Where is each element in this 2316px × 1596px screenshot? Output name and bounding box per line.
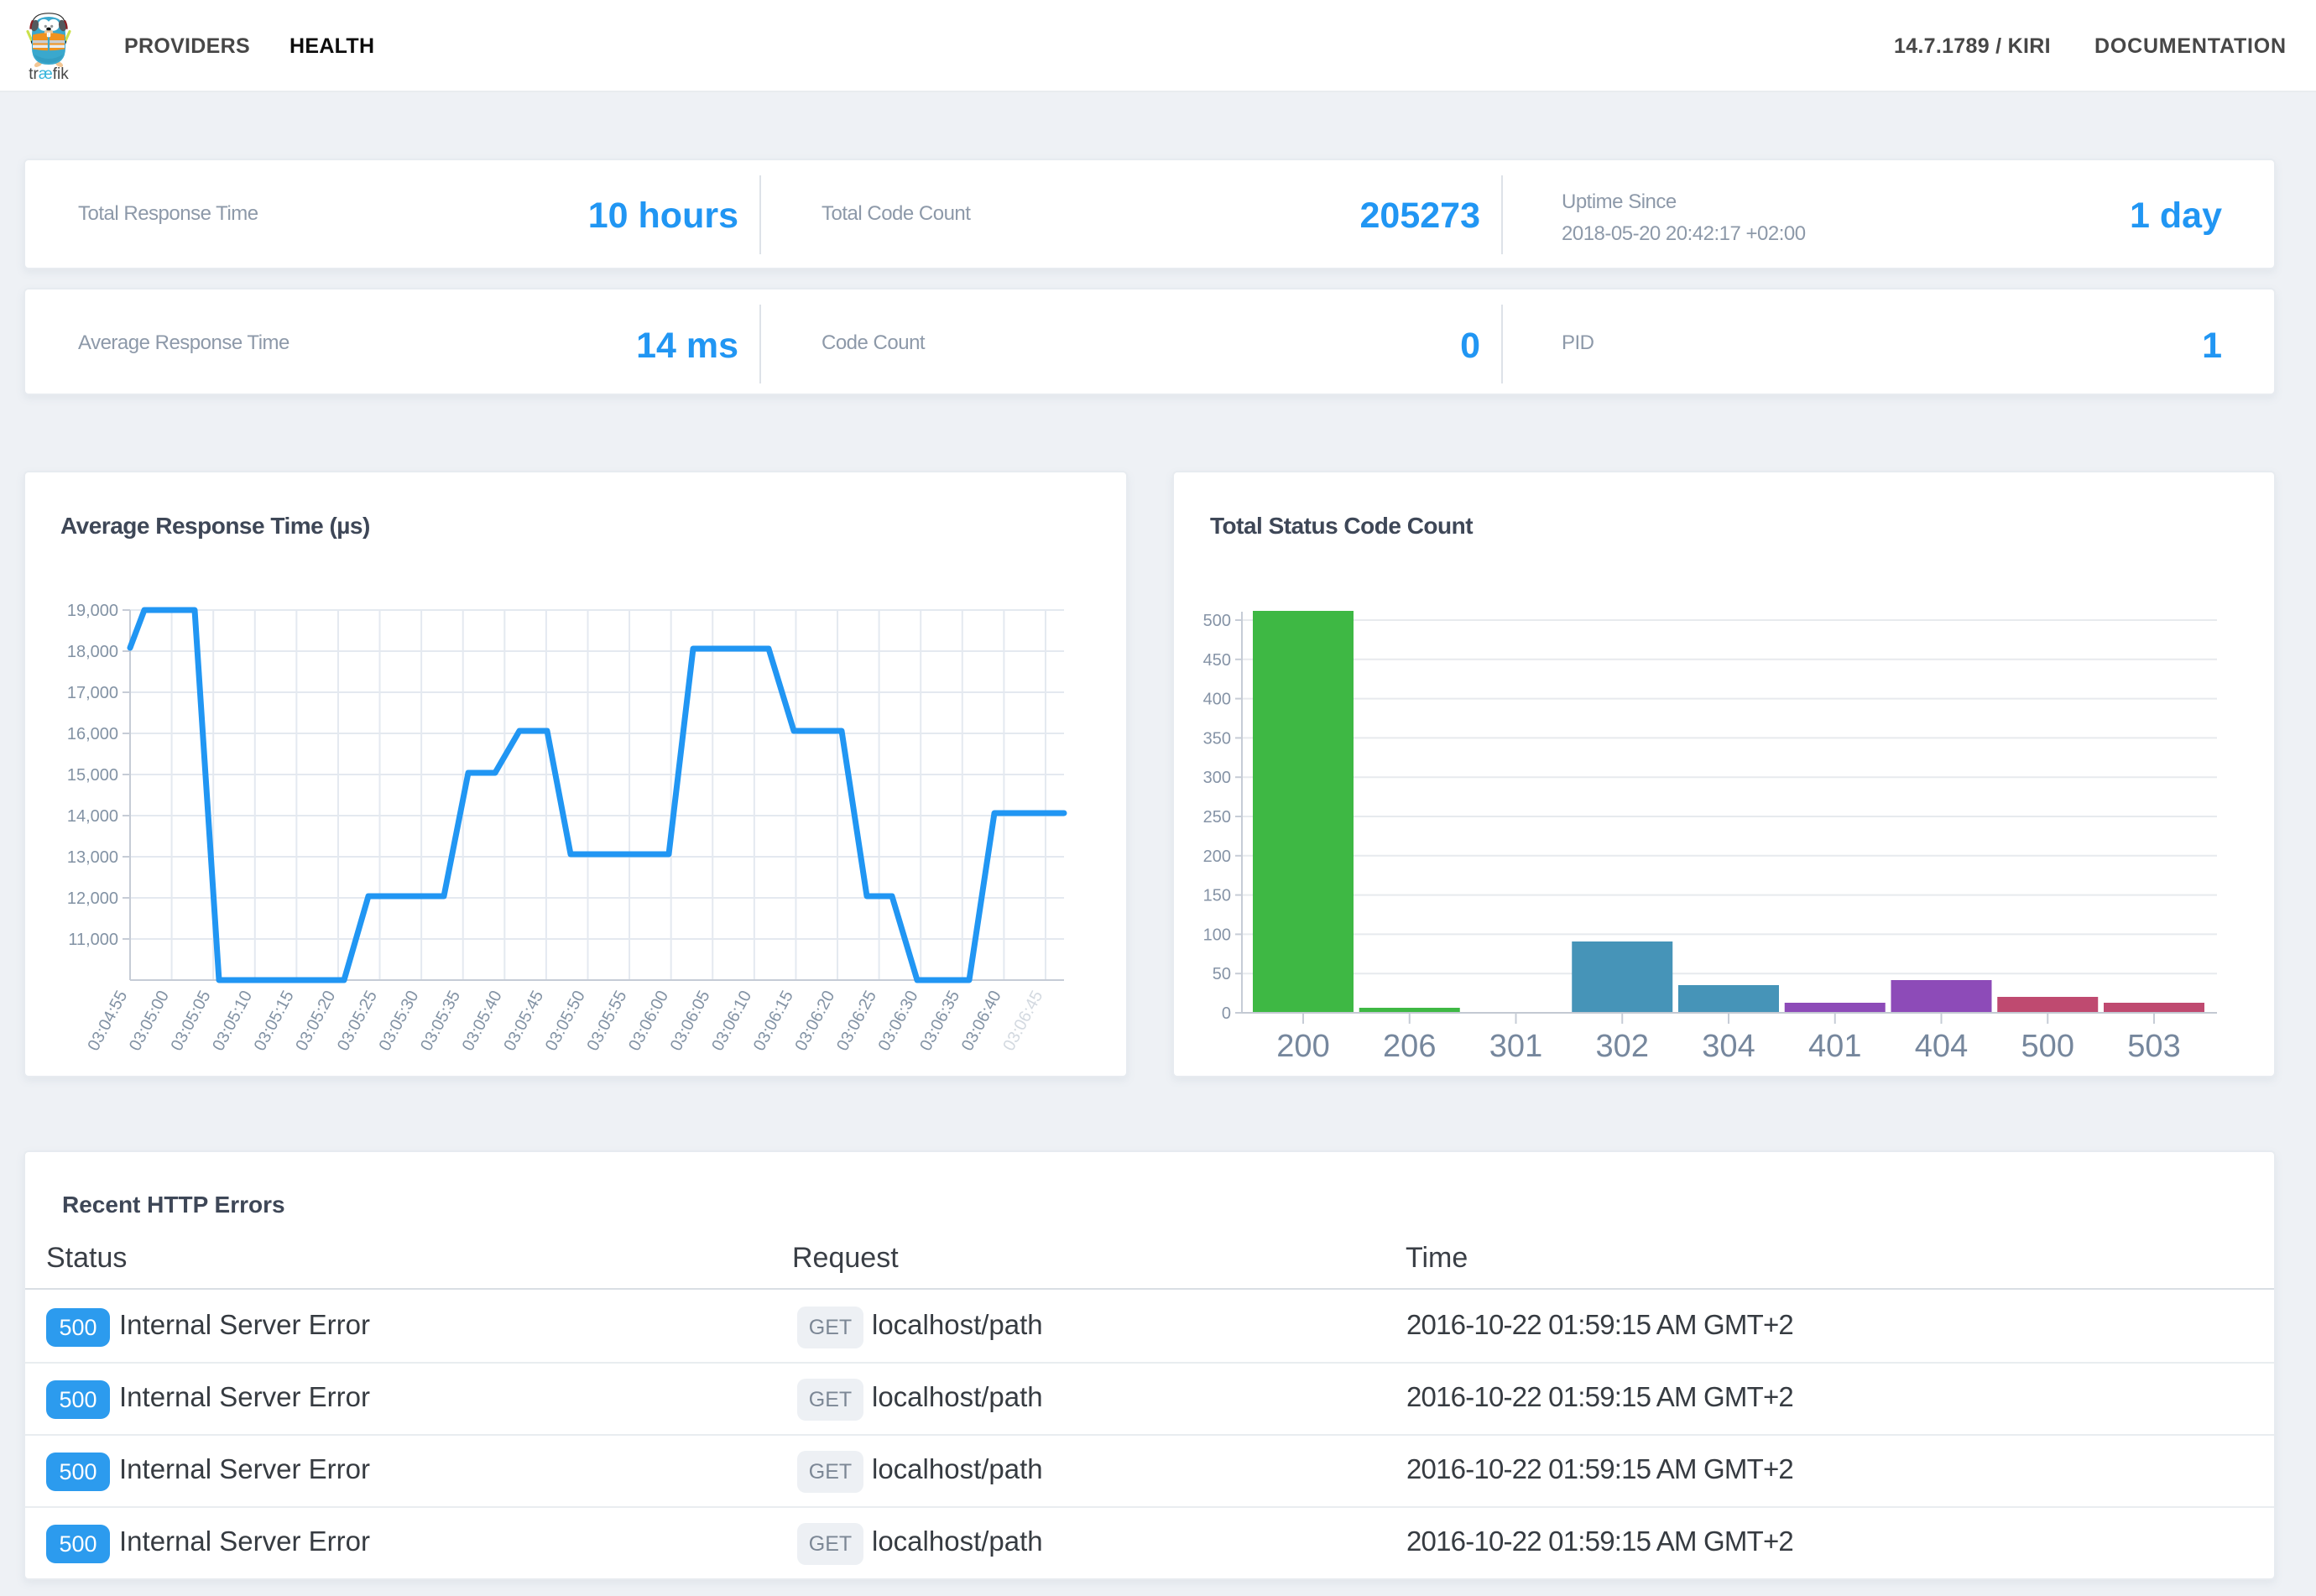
svg-text:03:06:25: 03:06:25 (833, 988, 880, 1054)
svg-text:03:05:20: 03:05:20 (292, 988, 339, 1054)
svg-text:200: 200 (1276, 1029, 1329, 1064)
svg-text:19,000: 19,000 (67, 602, 118, 620)
svg-text:18,000: 18,000 (67, 643, 118, 661)
svg-text:03:05:25: 03:05:25 (334, 988, 381, 1054)
svg-text:03:05:55: 03:05:55 (584, 988, 631, 1054)
svg-text:12,000: 12,000 (67, 889, 118, 908)
svg-text:350: 350 (1203, 729, 1231, 748)
svg-text:0: 0 (1222, 1004, 1231, 1023)
svg-text:03:04:55: 03:04:55 (84, 988, 131, 1054)
svg-text:400: 400 (1203, 691, 1231, 709)
svg-text:13,000: 13,000 (67, 848, 118, 867)
svg-text:401: 401 (1808, 1029, 1861, 1064)
svg-text:404: 404 (1915, 1029, 1968, 1064)
svg-text:03:06:15: 03:06:15 (750, 988, 797, 1054)
svg-text:03:06:40: 03:06:40 (958, 988, 1005, 1054)
svg-text:03:06:05: 03:06:05 (667, 988, 714, 1054)
svg-text:14,000: 14,000 (67, 807, 118, 826)
svg-text:200: 200 (1203, 848, 1231, 866)
svg-text:300: 300 (1203, 769, 1231, 787)
svg-text:50: 50 (1213, 965, 1231, 983)
svg-text:03:05:15: 03:05:15 (251, 988, 298, 1054)
svg-text:03:05:00: 03:05:00 (126, 988, 173, 1054)
svg-text:250: 250 (1203, 808, 1231, 827)
svg-text:03:05:30: 03:05:30 (376, 988, 423, 1054)
svg-text:500: 500 (1203, 612, 1231, 630)
svg-text:500: 500 (2021, 1029, 2074, 1064)
svg-text:03:05:35: 03:05:35 (417, 988, 464, 1054)
svg-text:03:06:35: 03:06:35 (916, 988, 963, 1054)
svg-text:03:05:05: 03:05:05 (168, 988, 215, 1054)
svg-text:17,000: 17,000 (67, 684, 118, 702)
svg-text:100: 100 (1203, 926, 1231, 944)
svg-text:301: 301 (1489, 1029, 1542, 1064)
svg-text:304: 304 (1702, 1029, 1755, 1064)
svg-text:03:06:00: 03:06:00 (625, 988, 672, 1054)
svg-text:302: 302 (1596, 1029, 1649, 1064)
svg-text:03:05:10: 03:05:10 (209, 988, 256, 1054)
svg-text:03:06:20: 03:06:20 (791, 988, 838, 1054)
svg-text:03:05:50: 03:05:50 (542, 988, 589, 1054)
svg-text:503: 503 (2127, 1029, 2180, 1064)
svg-text:træfik: træfik (29, 65, 69, 83)
svg-text:206: 206 (1383, 1029, 1436, 1064)
svg-text:16,000: 16,000 (67, 725, 118, 743)
svg-text:03:06:30: 03:06:30 (875, 988, 922, 1054)
svg-text:450: 450 (1203, 651, 1231, 670)
svg-text:03:05:40: 03:05:40 (459, 988, 506, 1054)
svg-text:11,000: 11,000 (68, 931, 118, 949)
svg-text:03:05:45: 03:05:45 (500, 988, 547, 1054)
svg-text:15,000: 15,000 (67, 766, 118, 785)
svg-text:150: 150 (1203, 887, 1231, 905)
svg-text:03:06:45: 03:06:45 (999, 988, 1046, 1054)
svg-text:03:06:10: 03:06:10 (708, 988, 755, 1054)
